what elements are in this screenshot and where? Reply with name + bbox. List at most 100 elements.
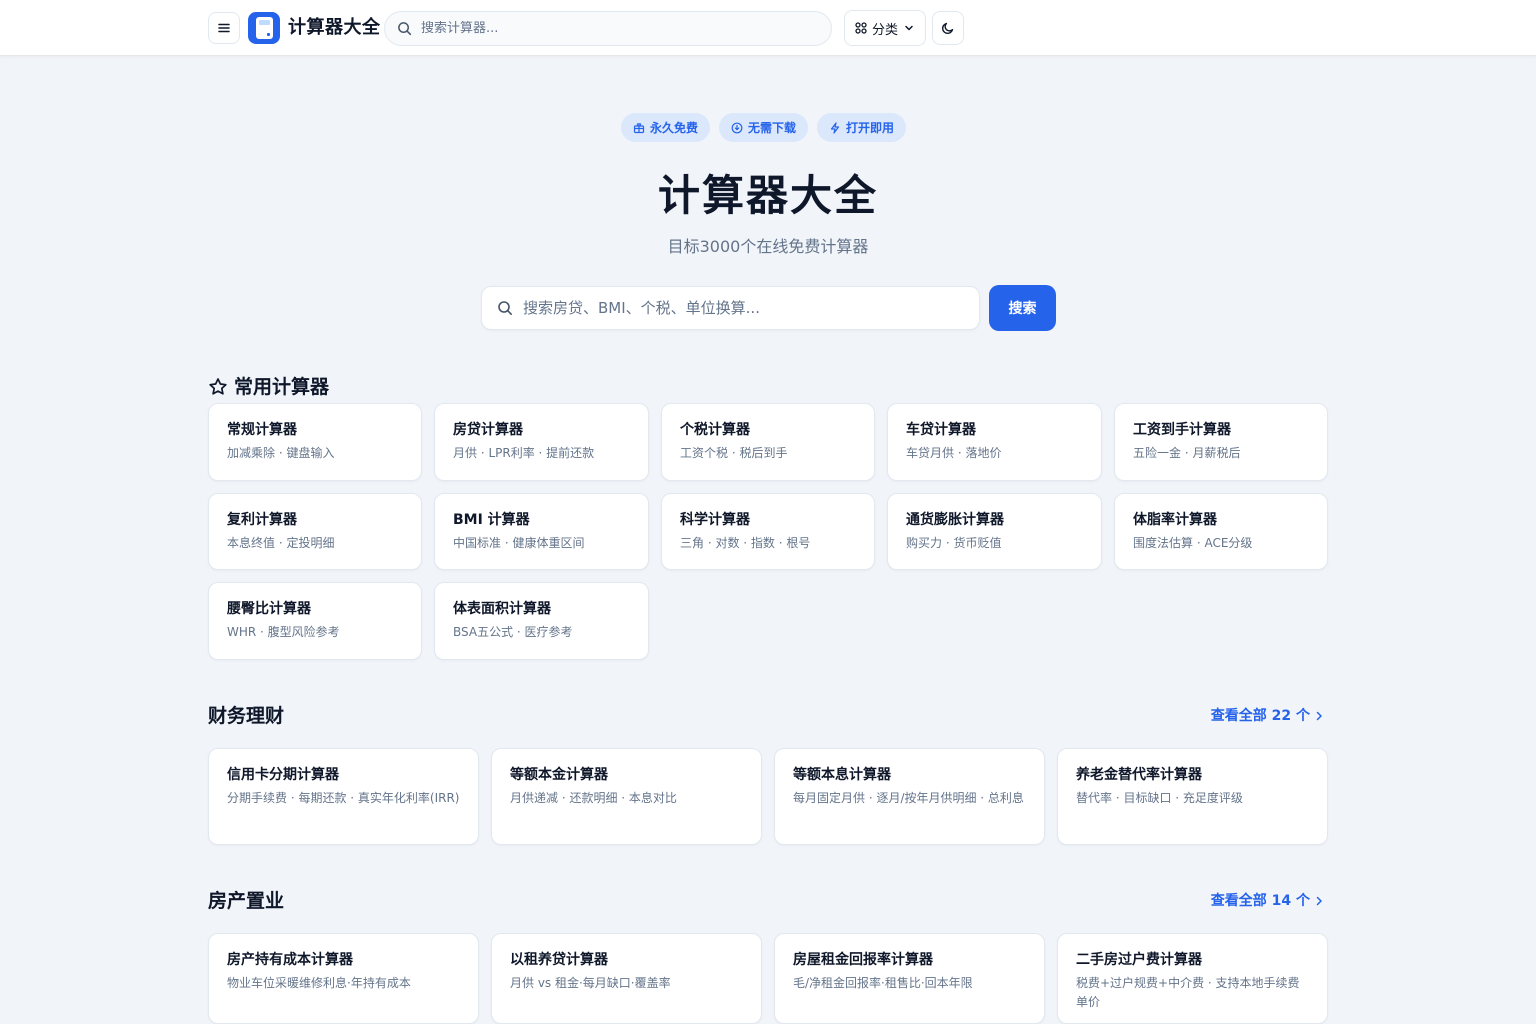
- card-desc: 三角 · 对数 · 指数 · 根号: [680, 536, 811, 550]
- chevron-right-icon: [1316, 896, 1322, 906]
- card-desc: 本息终值 · 定投明细: [227, 536, 335, 550]
- card-desc: 加减乘除 · 键盘输入: [227, 446, 335, 460]
- calculator-card[interactable]: BMI 计算器 中国标准 · 健康体重区间: [434, 493, 649, 570]
- section-title-property: 房产置业: [208, 888, 284, 914]
- menu-icon: [218, 23, 230, 33]
- calculator-card[interactable]: 等额本金计算器 月供递减 · 还款明细 · 本息对比: [491, 748, 762, 845]
- card-title: 房产持有成本计算器: [227, 952, 353, 968]
- category-label: 分类: [871, 22, 898, 38]
- card-title: 体表面积计算器: [453, 601, 551, 617]
- card-title: 工资到手计算器: [1133, 422, 1231, 438]
- category-dropdown[interactable]: 分类: [844, 10, 926, 46]
- card-desc: 工资个税 · 税后到手: [680, 446, 788, 460]
- card-title: 车贷计算器: [906, 422, 976, 438]
- section-title-text: 房产置业: [208, 890, 285, 912]
- card-title: 科学计算器: [680, 512, 750, 528]
- calculator-logo[interactable]: [248, 12, 280, 44]
- badge-free: 永久免费: [621, 113, 711, 142]
- card-title: 个税计算器: [680, 422, 750, 438]
- section-title-text: 常用计算器: [234, 376, 330, 398]
- card-title: 体脂率计算器: [1133, 512, 1217, 528]
- chevron-down-icon: [905, 25, 913, 31]
- page-title: 计算器大全: [657, 171, 878, 220]
- theme-toggle-button[interactable]: [932, 11, 964, 45]
- calculator-card[interactable]: 二手房过户费计算器 税费+过户规费+中介费 · 支持本地手续费单价: [1057, 933, 1328, 1024]
- menu-button[interactable]: [208, 12, 240, 44]
- lightning-icon: [830, 121, 840, 134]
- card-title: 复利计算器: [227, 512, 297, 528]
- card-title: 等额本息计算器: [793, 767, 891, 783]
- card-desc: 税费+过户规费+中介费 · 支持本地手续费单价: [1076, 976, 1300, 1009]
- badge-no-download: 无需下载: [719, 113, 809, 142]
- view-all-property-link[interactable]: 查看全部 14 个: [1211, 891, 1324, 911]
- calculator-card[interactable]: 工资到手计算器 五险一金 · 月薪税后: [1114, 403, 1328, 481]
- card-title: 二手房过户费计算器: [1076, 952, 1202, 968]
- star-icon: [209, 378, 227, 395]
- nav-search-input[interactable]: [421, 21, 801, 36]
- calculator-card[interactable]: 房产持有成本计算器 物业车位采暖维修利息·年持有成本: [208, 933, 479, 1024]
- card-title: 腰臀比计算器: [227, 601, 311, 617]
- top-navbar: 计算器大全 分类: [0, 0, 1536, 56]
- calculator-card[interactable]: 个税计算器 工资个税 · 税后到手: [661, 403, 875, 481]
- card-desc: 购买力 · 货币贬值: [906, 536, 1002, 550]
- chevron-right-icon: [1316, 711, 1322, 721]
- card-desc: 车贷月供 · 落地价: [906, 446, 1002, 460]
- search-icon: [498, 301, 512, 315]
- card-desc: 月供 vs 租金·每月缺口·覆盖率: [510, 976, 671, 990]
- card-desc: 分期手续费 · 每期还款 · 真实年化利率(IRR): [227, 791, 460, 805]
- view-all-label: 查看全部 14 个: [1210, 893, 1310, 909]
- card-desc: 毛/净租金回报率·租售比·回本年限: [793, 976, 973, 990]
- card-desc: 中国标准 · 健康体重区间: [453, 536, 585, 550]
- view-all-finance-link[interactable]: 查看全部 22 个: [1211, 706, 1324, 726]
- calculator-card[interactable]: 等额本息计算器 每月固定月供 · 逐月/按年月供明细 · 总利息: [774, 748, 1045, 845]
- page-subtitle: 目标3000个在线免费计算器: [667, 237, 869, 256]
- download-icon: [731, 122, 743, 133]
- hero-search-input[interactable]: [523, 299, 963, 317]
- hero-search-box[interactable]: [481, 286, 980, 330]
- card-desc: 五险一金 · 月薪税后: [1133, 446, 1241, 460]
- calculator-card[interactable]: 复利计算器 本息终值 · 定投明细: [208, 493, 422, 570]
- calculator-card[interactable]: 信用卡分期计算器 分期手续费 · 每期还款 · 真实年化利率(IRR): [208, 748, 479, 845]
- moon-icon: [941, 22, 954, 35]
- card-desc: 围度法估算 · ACE分级: [1133, 536, 1253, 550]
- calculator-card[interactable]: 以租养贷计算器 月供 vs 租金·每月缺口·覆盖率: [491, 933, 762, 1024]
- card-title: 房屋租金回报率计算器: [793, 952, 933, 968]
- gift-icon: [633, 122, 645, 133]
- calculator-card[interactable]: 科学计算器 三角 · 对数 · 指数 · 根号: [661, 493, 875, 570]
- calculator-card[interactable]: 体脂率计算器 围度法估算 · ACE分级: [1114, 493, 1328, 570]
- calculator-card[interactable]: 房屋租金回报率计算器 毛/净租金回报率·租售比·回本年限: [774, 933, 1045, 1024]
- calculator-card[interactable]: 通货膨胀计算器 购买力 · 货币贬值: [887, 493, 1102, 570]
- section-title-finance: 财务理财: [208, 703, 284, 729]
- card-desc: WHR · 腹型风险参考: [227, 625, 340, 639]
- nav-search-box[interactable]: [384, 11, 832, 46]
- badge-label: 打开即用: [846, 121, 895, 135]
- calculator-card[interactable]: 体表面积计算器 BSA五公式 · 医疗参考: [434, 582, 649, 660]
- card-desc: 替代率 · 目标缺口 · 充足度评级: [1076, 791, 1243, 805]
- search-icon: [398, 22, 412, 36]
- calculator-card[interactable]: 常规计算器 加减乘除 · 键盘输入: [208, 403, 422, 481]
- card-title: 信用卡分期计算器: [227, 767, 339, 783]
- card-desc: 每月固定月供 · 逐月/按年月供明细 · 总利息: [793, 791, 1024, 805]
- section-title-text: 财务理财: [208, 705, 285, 727]
- calculator-card[interactable]: 腰臀比计算器 WHR · 腹型风险参考: [208, 582, 422, 660]
- grid-icon: [855, 22, 867, 34]
- view-all-label: 查看全部 22 个: [1210, 708, 1310, 724]
- card-desc: 月供递减 · 还款明细 · 本息对比: [510, 791, 677, 805]
- section-title-common: 常用计算器: [208, 374, 329, 400]
- calculator-card[interactable]: 养老金替代率计算器 替代率 · 目标缺口 · 充足度评级: [1057, 748, 1328, 845]
- card-title: 常规计算器: [227, 422, 297, 438]
- badge-instant: 打开即用: [817, 113, 907, 142]
- card-desc: BSA五公式 · 医疗参考: [453, 625, 573, 639]
- calculator-card[interactable]: 车贷计算器 车贷月供 · 落地价: [887, 403, 1102, 481]
- badge-label: 永久免费: [650, 121, 699, 135]
- card-title: 通货膨胀计算器: [906, 512, 1004, 528]
- brand-name[interactable]: 计算器大全: [288, 15, 381, 41]
- search-button[interactable]: 搜索: [989, 285, 1056, 331]
- card-title: 以租养贷计算器: [510, 952, 608, 968]
- card-desc: 月供 · LPR利率 · 提前还款: [453, 446, 595, 460]
- badge-label: 无需下载: [748, 121, 797, 135]
- card-title: 养老金替代率计算器: [1076, 767, 1202, 783]
- card-title: 等额本金计算器: [510, 767, 608, 783]
- card-title: BMI 计算器: [453, 512, 530, 528]
- calculator-card[interactable]: 房贷计算器 月供 · LPR利率 · 提前还款: [434, 403, 649, 481]
